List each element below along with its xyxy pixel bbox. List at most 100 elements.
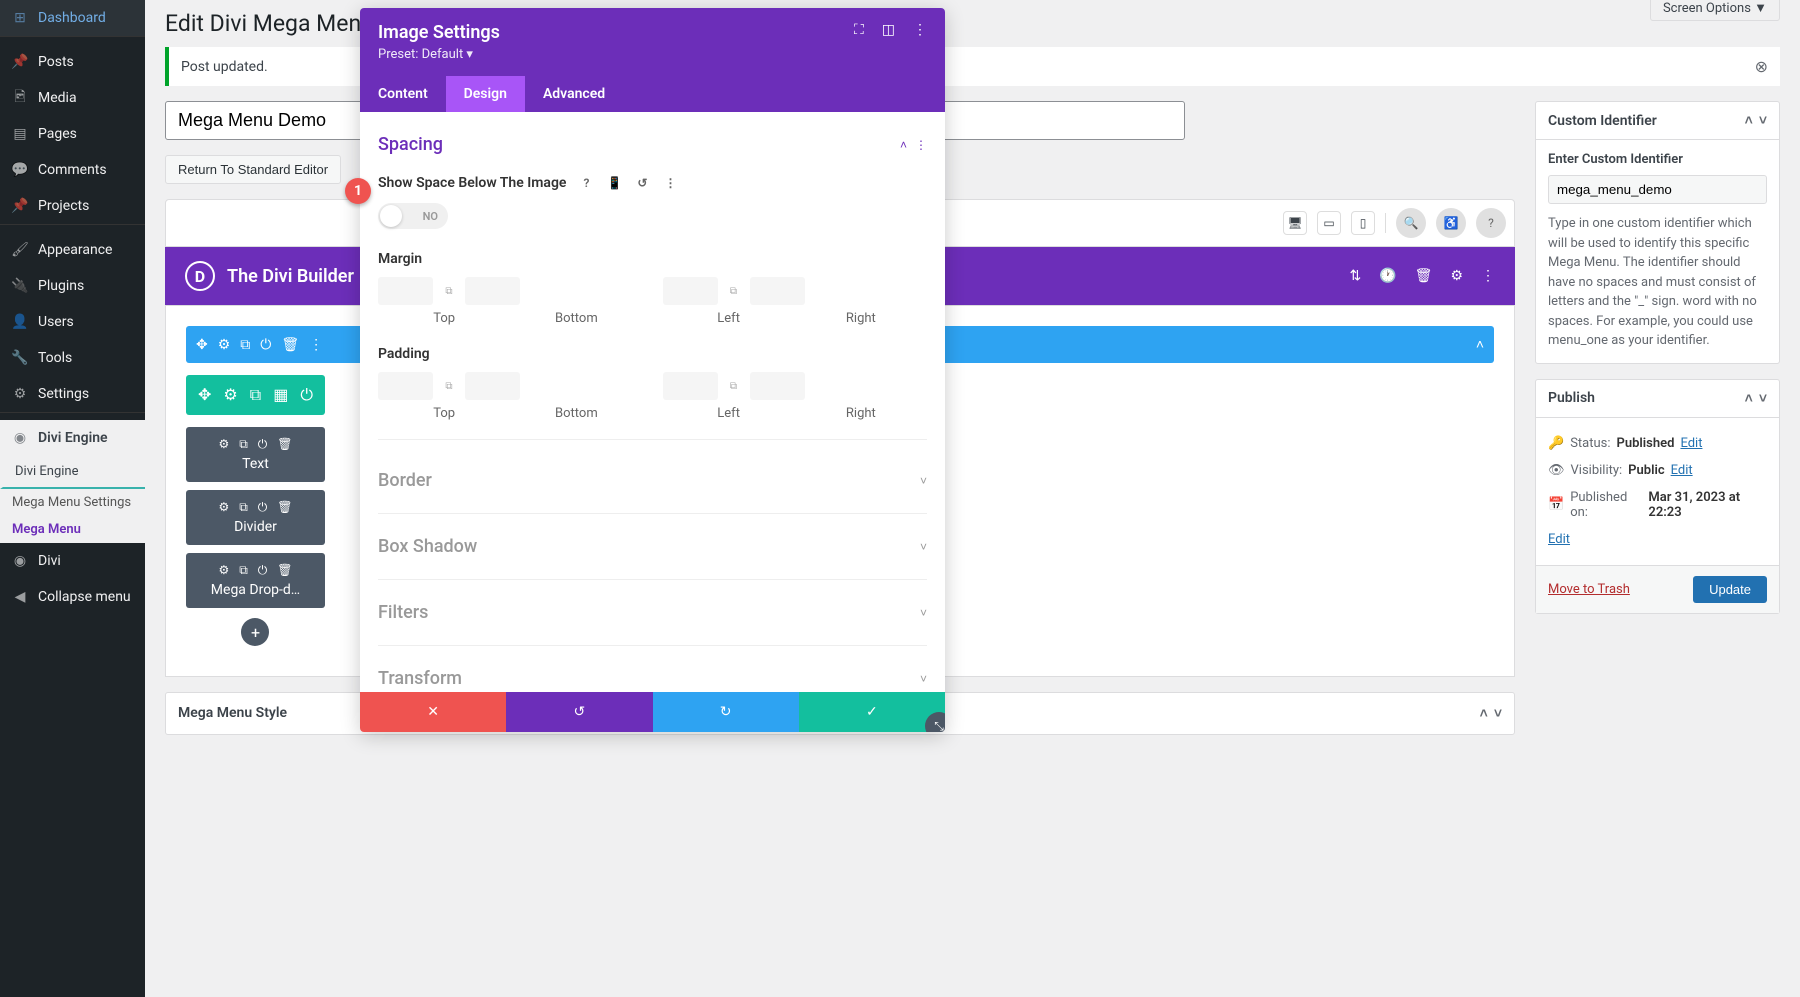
trash-icon[interactable]: 🗑 (277, 500, 292, 515)
duplicate-icon[interactable]: ⧉ (239, 437, 248, 452)
clock-icon[interactable]: 🕐 (1379, 268, 1396, 284)
sort-icon[interactable]: ⇅ (1349, 268, 1361, 284)
padding-left-input[interactable] (663, 372, 718, 400)
chevron-up-icon[interactable]: ˄ (1745, 390, 1753, 407)
module-mega[interactable]: ⚙ ⧉ ⏻ 🗑 Mega Drop-d… (186, 553, 325, 608)
more-icon[interactable]: ⋮ (1481, 268, 1495, 284)
margin-right-input[interactable] (750, 277, 805, 305)
power-icon[interactable]: ⏻ (300, 385, 313, 405)
gear-icon[interactable]: ⚙ (218, 563, 229, 578)
tab-advanced[interactable]: Advanced (525, 76, 623, 112)
duplicate-icon[interactable]: ⧉ (239, 500, 248, 515)
a11y-icon[interactable]: ♿ (1436, 208, 1466, 238)
more-icon[interactable]: ⋮ (915, 138, 927, 152)
power-icon[interactable]: ⏻ (260, 337, 271, 353)
duplicate-icon[interactable]: ⧉ (240, 337, 250, 353)
columns-icon[interactable]: ▦ (273, 385, 288, 405)
identifier-input[interactable] (1548, 175, 1767, 204)
submenu-divi-engine[interactable]: Divi Engine (0, 456, 145, 489)
chevron-down-icon[interactable]: ˅ (1494, 705, 1502, 722)
cancel-button[interactable]: ✕ (360, 692, 506, 732)
tablet-view-icon[interactable]: ▭ (1317, 211, 1341, 235)
menu-collapse[interactable]: ◀ Collapse menu (0, 579, 145, 615)
edit-date-link[interactable]: Edit (1548, 532, 1570, 547)
menu-projects[interactable]: 📌 Projects (0, 188, 145, 224)
spacing-panel-header[interactable]: Spacing ˄ ⋮ (378, 126, 927, 163)
power-icon[interactable]: ⏻ (258, 563, 268, 578)
menu-appearance[interactable]: 🖌 Appearance (0, 232, 145, 268)
zoom-icon[interactable]: 🔍 (1396, 208, 1426, 238)
more-icon[interactable]: ⋮ (309, 337, 323, 353)
menu-pages[interactable]: ▤ Pages (0, 116, 145, 152)
border-panel[interactable]: Border ˅ (378, 448, 927, 514)
module-text[interactable]: ⚙ ⧉ ⏻ 🗑 Text (186, 427, 325, 482)
menu-tools[interactable]: 🔧 Tools (0, 340, 145, 376)
menu-posts[interactable]: 📌 Posts (0, 44, 145, 80)
notice-close-icon[interactable]: ⊗ (1755, 57, 1768, 76)
mobile-icon[interactable]: 📱 (604, 173, 624, 193)
menu-comments[interactable]: 💬 Comments (0, 152, 145, 188)
edit-status-link[interactable]: Edit (1680, 436, 1702, 451)
expand-icon[interactable]: ⛶ (854, 22, 864, 38)
duplicate-icon[interactable]: ⧉ (239, 563, 248, 578)
link-icon[interactable]: ⧉ (439, 381, 459, 392)
desktop-view-icon[interactable]: 🖥 (1283, 211, 1307, 235)
gear-icon[interactable]: ⚙ (223, 385, 237, 405)
chevron-down-icon[interactable]: ˅ (1759, 390, 1767, 407)
padding-top-input[interactable] (378, 372, 433, 400)
reset-icon[interactable]: ↺ (632, 173, 652, 193)
menu-divi-engine[interactable]: ◉ Divi Engine (0, 420, 145, 456)
move-icon[interactable]: ✥ (196, 337, 208, 353)
add-module-button[interactable]: + (241, 618, 269, 646)
chevron-down-icon[interactable]: ˅ (1759, 112, 1767, 129)
trash-icon[interactable]: 🗑 (281, 337, 299, 353)
submenu-mega-menu[interactable]: Mega Menu (0, 516, 145, 543)
row-controls[interactable]: ✥ ⚙ ⧉ ▦ ⏻ (186, 375, 325, 415)
link-icon[interactable]: ⧉ (439, 286, 459, 297)
menu-divi[interactable]: ◉ Divi (0, 543, 145, 579)
padding-right-input[interactable] (750, 372, 805, 400)
menu-plugins[interactable]: 🔌 Plugins (0, 268, 145, 304)
mobile-view-icon[interactable]: ▯ (1351, 211, 1375, 235)
move-icon[interactable]: ✥ (198, 385, 211, 405)
trash-icon[interactable]: 🗑 (277, 563, 292, 578)
more-icon[interactable]: ⋮ (660, 173, 680, 193)
move-to-trash-link[interactable]: Move to Trash (1548, 582, 1630, 597)
snap-icon[interactable]: ◫ (882, 22, 895, 38)
transform-panel[interactable]: Transform ˅ (378, 646, 927, 692)
trash-icon[interactable]: 🗑 (1415, 268, 1433, 284)
filters-panel[interactable]: Filters ˅ (378, 580, 927, 646)
duplicate-icon[interactable]: ⧉ (250, 385, 261, 405)
gear-icon[interactable]: ⚙ (1450, 268, 1463, 284)
trash-icon[interactable]: 🗑 (277, 437, 292, 452)
save-button[interactable]: ✓ (799, 692, 945, 732)
menu-users[interactable]: 👤 Users (0, 304, 145, 340)
help-icon[interactable]: ? (576, 173, 596, 193)
return-standard-editor-button[interactable]: Return To Standard Editor (165, 155, 341, 184)
gear-icon[interactable]: ⚙ (218, 500, 229, 515)
padding-bottom-input[interactable] (465, 372, 520, 400)
collapse-icon[interactable]: ˄ (1476, 336, 1484, 353)
gear-icon[interactable]: ⚙ (218, 437, 229, 452)
redo-button[interactable]: ↻ (653, 692, 799, 732)
box-shadow-panel[interactable]: Box Shadow ˅ (378, 514, 927, 580)
margin-top-input[interactable] (378, 277, 433, 305)
link-icon[interactable]: ⧉ (724, 286, 744, 297)
margin-left-input[interactable] (663, 277, 718, 305)
screen-options-button[interactable]: Screen Options ▼ (1650, 0, 1780, 21)
power-icon[interactable]: ⏻ (258, 437, 268, 452)
chevron-up-icon[interactable]: ˄ (1480, 705, 1488, 722)
preset-dropdown[interactable]: Preset: Default ▾ (378, 47, 500, 62)
margin-bottom-input[interactable] (465, 277, 520, 305)
chevron-up-icon[interactable]: ˄ (1745, 112, 1753, 129)
undo-button[interactable]: ↺ (506, 692, 652, 732)
submenu-settings[interactable]: Mega Menu Settings (0, 489, 145, 516)
module-divider[interactable]: ⚙ ⧉ ⏻ 🗑 Divider (186, 490, 325, 545)
gear-icon[interactable]: ⚙ (218, 337, 231, 353)
power-icon[interactable]: ⏻ (258, 500, 268, 515)
update-button[interactable]: Update (1693, 576, 1767, 603)
link-icon[interactable]: ⧉ (724, 381, 744, 392)
menu-settings[interactable]: ⚙ Settings (0, 376, 145, 412)
help-icon[interactable]: ? (1476, 208, 1506, 238)
menu-media[interactable]: 🖻 Media (0, 80, 145, 116)
